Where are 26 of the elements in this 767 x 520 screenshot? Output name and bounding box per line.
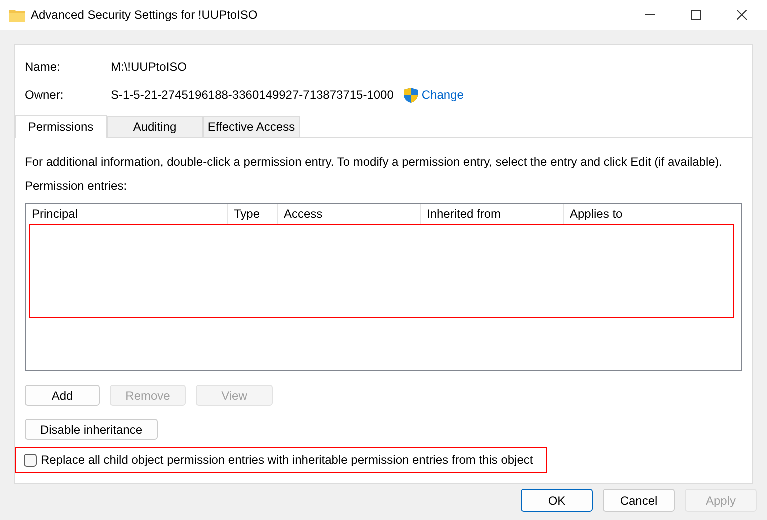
window-title: Advanced Security Settings for !UUPtoISO: [31, 7, 258, 24]
name-value: M:\!UUPtoISO: [111, 59, 188, 76]
column-header[interactable]: Principal: [26, 204, 228, 224]
folder-icon: [9, 8, 25, 22]
column-header[interactable]: Applies to: [564, 204, 741, 224]
owner-label: Owner:: [25, 87, 65, 104]
column-header[interactable]: Inherited from: [421, 204, 564, 224]
tab[interactable]: Permissions: [15, 115, 107, 138]
permission-list[interactable]: Principal Type Access Inherited from Applies to: [25, 203, 742, 371]
owner-value: S-1-5-21-2745196188-3360149927-713873715-1000: [111, 87, 394, 104]
shield-icon: [404, 88, 418, 102]
maximize-icon[interactable]: [691, 10, 701, 20]
change-link[interactable]: Change: [422, 86, 464, 104]
cancel-button[interactable]: Cancel: [603, 489, 675, 512]
replace-checkbox[interactable]: Replace all child object permission entries with inheritable permission entries from this object: [24, 451, 534, 469]
name-label: Name:: [25, 59, 62, 76]
tab[interactable]: Auditing: [107, 116, 203, 137]
add-button[interactable]: Add: [25, 385, 100, 406]
close-icon[interactable]: [737, 10, 747, 20]
info-text: For additional information, double-click a permission entry. To modify a permission entry, select the entry and click Edit (if available).: [25, 154, 724, 171]
disable-inheritance-button[interactable]: Disable inheritance: [25, 419, 158, 440]
tab[interactable]: Effective Access: [203, 116, 300, 137]
entries-label: Permission entries:: [25, 178, 128, 195]
ok-button[interactable]: OK: [521, 489, 593, 512]
column-header[interactable]: Type: [228, 204, 278, 224]
column-header[interactable]: Access: [278, 204, 421, 224]
